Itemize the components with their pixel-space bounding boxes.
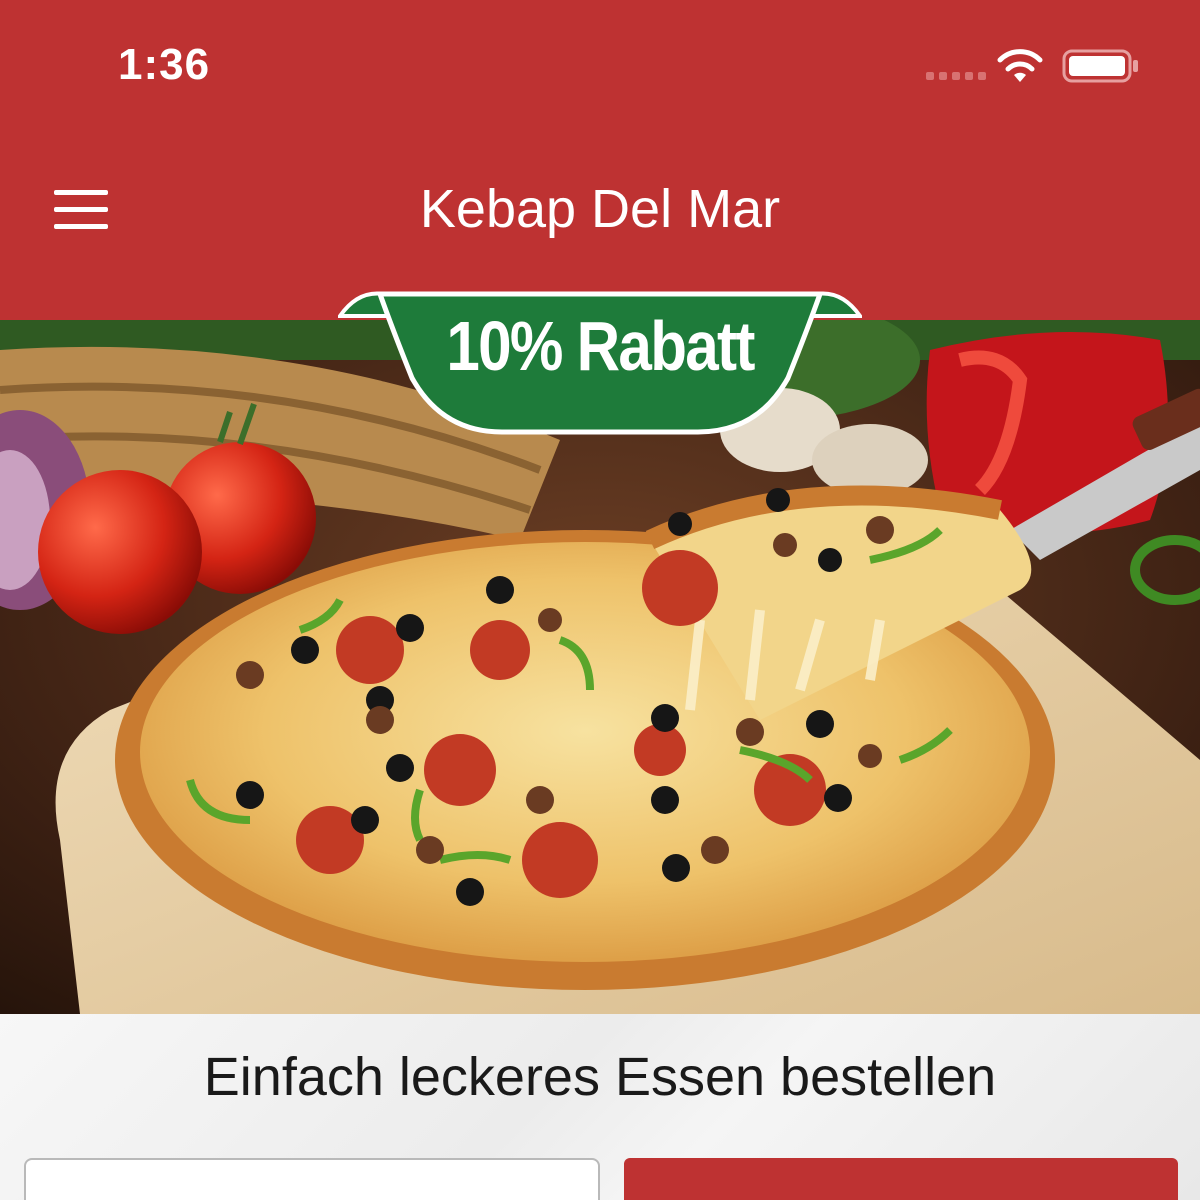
order-section: Einfach leckeres Essen bestellen xyxy=(0,1014,1200,1200)
wifi-icon xyxy=(997,49,1043,82)
battery-icon xyxy=(1062,49,1138,83)
discount-label: 10% Rabatt xyxy=(446,307,755,385)
secondary-action-button[interactable] xyxy=(24,1158,600,1200)
app-header: 1:36 Kebap Del Mar xyxy=(0,0,1200,320)
primary-action-button[interactable] xyxy=(624,1158,1178,1200)
tagline: Einfach leckeres Essen bestellen xyxy=(203,1047,997,1107)
app-title: Kebap Del Mar xyxy=(419,179,781,239)
cellular-signal-icon xyxy=(926,72,986,80)
status-time: 1:36 xyxy=(118,40,211,89)
